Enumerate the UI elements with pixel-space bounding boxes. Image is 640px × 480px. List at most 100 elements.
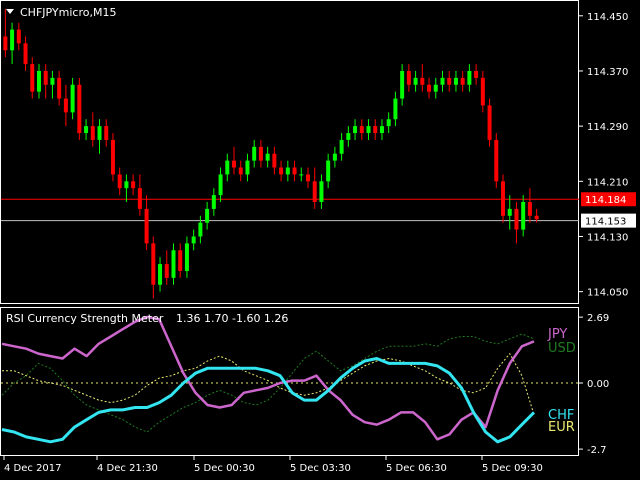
candle-body	[144, 208, 149, 244]
candle	[319, 174, 324, 209]
candle-body	[319, 181, 324, 202]
candle-body	[279, 167, 284, 175]
candle	[218, 167, 223, 202]
candle	[339, 133, 344, 161]
candle-body	[258, 146, 263, 161]
candle	[353, 119, 358, 140]
candle	[413, 70, 418, 92]
time-tick-label: 4 Dec 2017	[4, 463, 62, 474]
indicator-name: RSI Currency Strength Meter	[6, 312, 164, 325]
candle	[110, 133, 115, 182]
candle-body	[205, 208, 210, 223]
candle-body	[480, 77, 485, 106]
candle-body	[164, 264, 169, 278]
candle-body	[70, 84, 75, 113]
indicator-legend: JPYUSDCHFEUR	[547, 327, 576, 435]
candle-body	[43, 70, 48, 85]
candle	[36, 64, 41, 99]
candle	[3, 8, 8, 58]
candle	[245, 153, 250, 182]
candle	[279, 160, 284, 182]
candle	[521, 195, 526, 237]
candle	[393, 91, 398, 127]
candle-body	[191, 236, 196, 244]
candle	[447, 70, 452, 92]
candle-body	[514, 208, 519, 230]
candle	[406, 64, 411, 92]
candle	[386, 112, 391, 134]
indicator-axis: 2.69 0.00 -2.7	[579, 313, 609, 456]
time-tick-label: 5 Dec 06:30	[386, 463, 447, 474]
candle-body	[171, 250, 176, 278]
candle	[211, 188, 216, 216]
candle	[158, 257, 163, 292]
candle-body	[158, 264, 163, 285]
candle-body	[507, 208, 512, 216]
candle	[77, 77, 82, 140]
price-tick-label: 114.450	[587, 12, 628, 23]
time-tick-label: 4 Dec 21:30	[97, 463, 158, 474]
candle-body	[117, 174, 122, 189]
candle	[205, 202, 210, 230]
candle	[501, 174, 506, 223]
legend-label-usd: USD	[548, 341, 576, 356]
legend-label-jpy: JPY	[547, 327, 567, 342]
candle-body	[30, 64, 35, 92]
candle-body	[137, 188, 142, 209]
candle-body	[131, 181, 136, 189]
price-tick-label: 114.210	[587, 177, 628, 188]
candle	[184, 236, 189, 278]
candle-body	[305, 174, 310, 182]
candle	[507, 195, 512, 230]
time-tick-label: 5 Dec 00:30	[194, 463, 255, 474]
candle-body	[245, 160, 250, 175]
candle-body	[265, 153, 270, 161]
candle	[63, 84, 68, 127]
candle	[178, 243, 183, 278]
candle-body	[460, 77, 465, 85]
candle	[285, 160, 290, 182]
candle	[151, 236, 156, 299]
candle-body	[406, 70, 411, 85]
time-tick-label: 5 Dec 09:30	[482, 463, 543, 474]
candle-body	[232, 160, 237, 168]
candle	[258, 139, 263, 168]
symbol-title: CHFJPYmicro,M15	[20, 6, 116, 19]
indicator-lines	[1, 315, 579, 444]
indicator-tick-label: 2.69	[587, 313, 609, 324]
symbol-header[interactable]: CHFJPYmicro,M15	[6, 6, 116, 19]
candle	[487, 98, 492, 147]
candle	[326, 153, 331, 189]
candle-body	[393, 98, 398, 120]
candle	[527, 188, 532, 223]
candle	[144, 195, 149, 251]
candle	[30, 57, 35, 99]
ask-price-label: 114.153	[585, 217, 626, 228]
candle	[16, 22, 21, 51]
legend-label-eur: EUR	[548, 420, 575, 435]
candle	[90, 112, 95, 147]
candle-body	[447, 77, 452, 85]
candle	[124, 174, 129, 202]
candle-body	[225, 160, 230, 175]
candles	[3, 8, 539, 299]
candle-body	[10, 29, 15, 51]
candle-body	[346, 133, 351, 140]
candle-body	[420, 77, 425, 85]
candle	[379, 119, 384, 140]
candle-body	[211, 195, 216, 209]
candle	[427, 77, 432, 99]
candle-body	[97, 126, 102, 140]
candle	[312, 167, 317, 209]
candle-body	[521, 202, 526, 230]
candle	[292, 160, 297, 182]
candle	[57, 70, 62, 106]
candle	[164, 250, 169, 285]
candle	[232, 146, 237, 175]
chevron-down-icon[interactable]	[6, 9, 14, 14]
indicator-tick-label: -2.7	[587, 445, 607, 456]
candle	[373, 119, 378, 140]
candle-body	[527, 202, 532, 216]
candle-body	[252, 146, 257, 161]
trading-chart[interactable]: 114.450 114.370 114.290 114.210 114.130 114.0…	[0, 0, 640, 480]
